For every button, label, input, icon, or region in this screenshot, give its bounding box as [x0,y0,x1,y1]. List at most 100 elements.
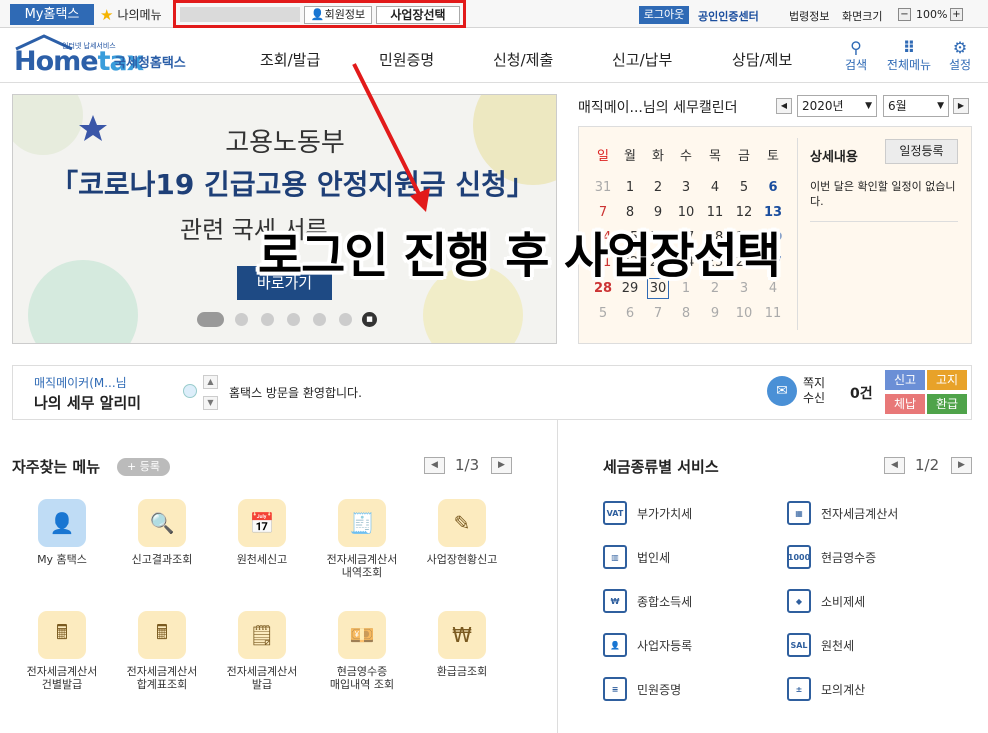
calendar-day[interactable]: 3 [674,180,698,195]
calendar-day[interactable]: 6 [618,306,642,321]
svc-civil-cert[interactable]: ≡ 민원증명 [603,677,681,701]
svc-label: 현금영수증 [821,550,877,565]
calendar-day[interactable]: 7 [646,306,670,321]
services-next-button[interactable]: ▶ [951,457,972,474]
settings-button[interactable]: ⚙ 설정 [940,38,980,73]
svc-label: 법인세 [637,550,671,565]
year-select[interactable]: 2020년 ▼ [797,95,877,117]
calendar-day[interactable]: 31 [591,180,615,195]
my-menu-link[interactable]: ★ 나의메뉴 [100,5,162,25]
calendar-day[interactable]: 11 [761,306,785,321]
slide-pause-button[interactable]: ■ [362,312,377,327]
calendar-day[interactable]: 6 [761,180,785,195]
zoom-level: 100% [916,8,948,21]
calendar-day[interactable]: 5 [591,306,615,321]
favorites-prev-button[interactable]: ◀ [424,457,445,474]
svc-vat[interactable]: VAT 부가가치세 [603,501,692,525]
next-month-button[interactable]: ▶ [953,98,969,114]
slide-dot[interactable] [287,313,300,326]
screen-size-label: 화면크기 [842,10,883,23]
my-hometax-button[interactable]: My홈택스 [10,4,94,25]
svc-biz-registration[interactable]: 👤 사업자등록 [603,633,692,657]
svc-consumption[interactable]: ◆ 소비제세 [787,589,865,613]
fav-withholding[interactable]: 📅 원천세신고 [212,499,312,566]
calendar-day[interactable]: 1 [618,180,642,195]
logo-part-home: Home [14,46,99,77]
fav-label: 환급금조회 [436,665,488,678]
svc-withholding[interactable]: SAL 원천세 [787,633,854,657]
search-button[interactable]: ⚲ 검색 [836,38,876,73]
svc-cash-receipt[interactable]: 1000 현금영수증 [787,545,876,569]
weekday-label: 화 [652,149,664,164]
tag-report[interactable]: 신고 [885,370,925,390]
zoom-out-button[interactable]: − [898,8,911,21]
calendar-day[interactable]: 10 [732,306,756,321]
all-menu-label: 전체메뉴 [886,58,932,72]
svc-simulation[interactable]: ± 모의계산 [787,677,865,701]
person-icon: 👤 [603,633,627,657]
message-count[interactable]: 0건 [850,383,873,403]
slide-dot[interactable] [339,313,352,326]
calendar-divider [797,138,798,330]
calendar-day[interactable]: 8 [674,306,698,321]
fav-my-hometax[interactable]: 👤 My 홈택스 [12,499,112,566]
banner-line-2: 「코로나19 긴급고용 안정지원금 신청」 [50,168,535,201]
diamond-icon: ◆ [787,589,811,613]
notice-title: 나의 세무 알리미 [34,394,142,412]
cert-center-link[interactable]: 공인인증센터 [698,8,759,24]
calendar-day[interactable]: 4 [703,180,727,195]
edit-document-icon: ✎ [438,499,486,547]
tag-refund[interactable]: 환급 [927,394,967,414]
slide-dot[interactable] [261,313,274,326]
svc-einvoice[interactable]: ▦ 전자세금계산서 [787,501,898,525]
weekday-label: 금 [738,149,750,164]
weekday-label: 토 [767,149,779,164]
calculator-icon: ± [787,677,811,701]
tag-arrears[interactable]: 체납 [885,394,925,414]
svc-corporate[interactable]: ▥ 법인세 [603,545,670,569]
logout-button[interactable]: 로그아웃 [639,6,689,24]
nav-apply[interactable]: 신청/제출 [493,49,553,70]
slide-dot-active[interactable] [197,312,224,327]
weekday-label: 목 [709,149,721,164]
calendar-day[interactable]: 9 [703,306,727,321]
law-info-link[interactable]: 법령정보 [789,8,829,24]
fav-einvoice-single[interactable]: 🖩 전자세금계산서 건별발급 [12,611,112,691]
fav-report-result[interactable]: 🔍 신고결과조회 [112,499,212,566]
notice-up-button[interactable]: ▲ [203,375,218,389]
prev-year-button[interactable]: ◀ [776,98,792,114]
fav-einvoice-inquiry[interactable]: 🧾 전자세금계산서 내역조회 [312,499,412,579]
slide-dot[interactable] [235,313,248,326]
all-menu-button[interactable]: ⠿ 전체메뉴 [884,38,934,73]
message-icon[interactable]: ✉ [767,376,797,406]
nav-inquiry[interactable]: 조회/발급 [260,49,320,70]
fav-cash-receipt[interactable]: 💴 현금영수증 매입내역 조회 [312,611,412,691]
svc-income[interactable]: ₩ 종합소득세 [603,589,692,613]
fav-biz-status[interactable]: ✎ 사업장현황신고 [412,499,512,566]
logo-korean: 국세청홈택스 [114,56,186,71]
fav-einvoice-issue[interactable]: 🗒 전자세금계산서 발급 [212,611,312,691]
zoom-in-button[interactable]: + [950,8,963,21]
slide-dot[interactable] [313,313,326,326]
search-icon: ⚲ [850,38,862,57]
calendar-day[interactable]: 5 [732,180,756,195]
favorites-title: 자주찾는 메뉴 [12,458,101,476]
services-page: 1/2 [915,456,940,474]
month-select[interactable]: 6월 ▼ [883,95,949,117]
favorites-register-button[interactable]: + 등록 [117,458,170,476]
calculator-plus-icon: 🖩 [138,611,186,659]
grid-icon: ⠿ [902,38,916,57]
services-prev-button[interactable]: ◀ [884,457,905,474]
nav-report-pay[interactable]: 신고/납부 [612,49,672,70]
settings-label: 설정 [948,58,972,72]
notice-down-button[interactable]: ▼ [203,396,218,410]
fav-einvoice-summary[interactable]: 🖩 전자세금계산서 합계표조회 [112,611,212,691]
fav-refund-inquiry[interactable]: ₩ 환급금조회 [412,611,512,678]
chevron-down-icon: ▼ [865,101,872,111]
calendar-day[interactable]: 2 [646,180,670,195]
favorites-next-button[interactable]: ▶ [491,457,512,474]
tag-notice[interactable]: 고지 [927,370,967,390]
refund-icon: ₩ [438,611,486,659]
nav-consult[interactable]: 상담/제보 [732,49,792,70]
schedule-register-button[interactable]: 일정등록 [885,139,958,164]
